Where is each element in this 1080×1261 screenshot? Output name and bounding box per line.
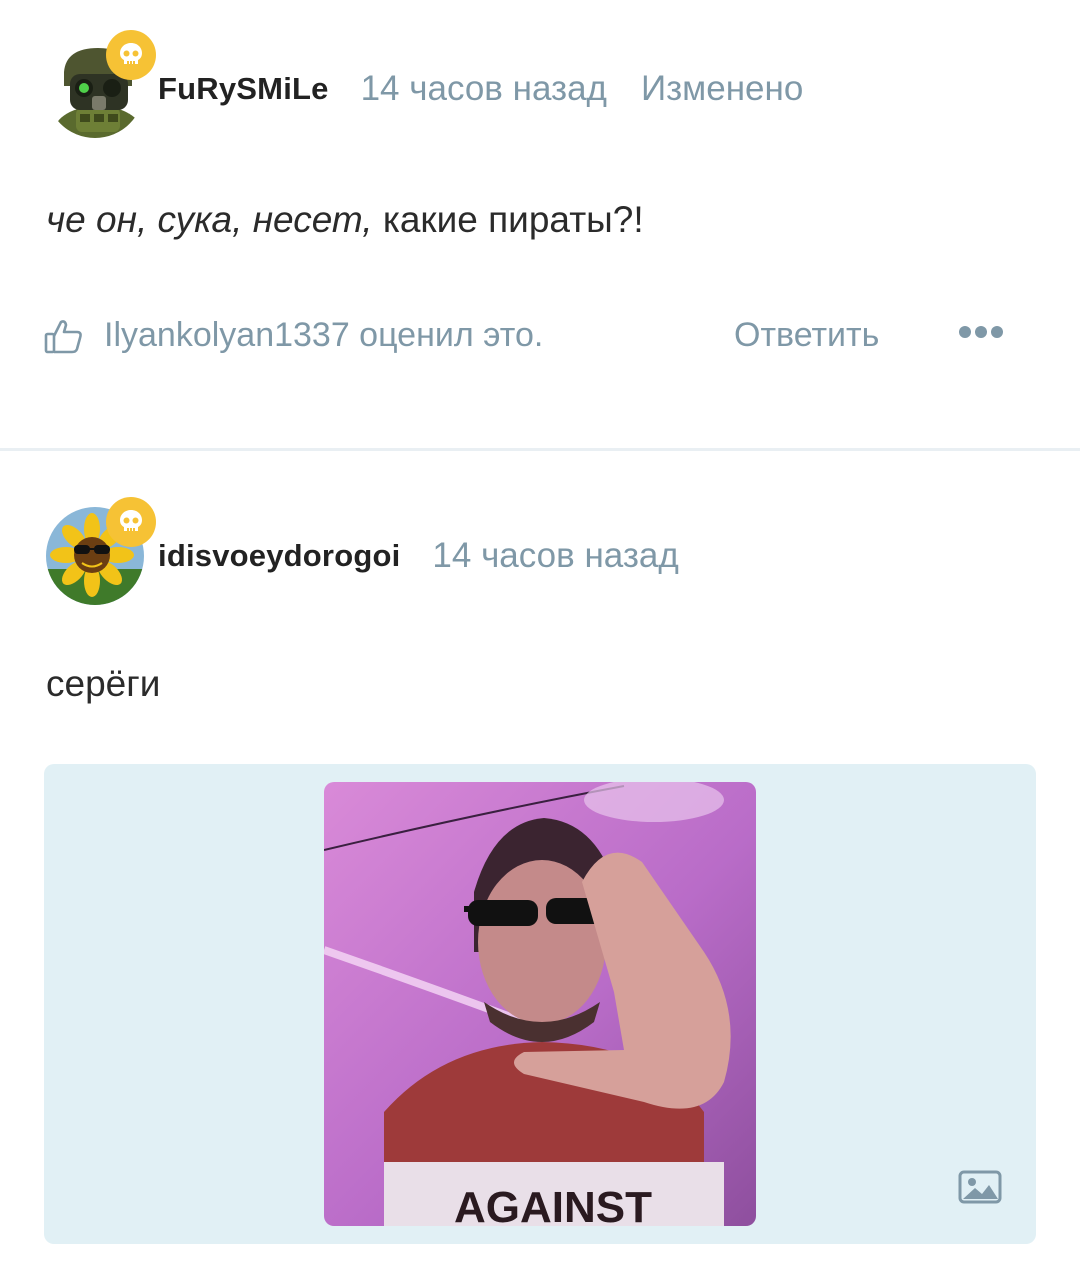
comment-text: че он, сука, несет, какие пираты?! bbox=[46, 199, 644, 241]
more-options-icon[interactable] bbox=[957, 324, 1005, 345]
comment-header: idisvoeydorogoi 14 часов назад bbox=[46, 497, 679, 605]
comment: FuRySMiLe 14 часов назад Изменено че он,… bbox=[0, 0, 1080, 449]
comment-header: FuRySMiLe 14 часов назад Изменено bbox=[46, 30, 803, 138]
avatar-container[interactable] bbox=[46, 30, 156, 138]
attached-photo[interactable]: AGAINST bbox=[324, 782, 756, 1226]
username[interactable]: FuRySMiLe bbox=[158, 71, 329, 107]
skull-icon bbox=[106, 30, 156, 80]
avatar-container[interactable] bbox=[46, 497, 156, 605]
comment-text-normal: какие пираты?! bbox=[372, 199, 644, 240]
image-icon bbox=[958, 1170, 1002, 1209]
timestamp: 14 часов назад bbox=[432, 536, 679, 575]
timestamp: 14 часов назад bbox=[360, 69, 607, 108]
likes-summary[interactable]: Ilyankolyan1337 оценил это. bbox=[104, 316, 543, 355]
image-attachment[interactable]: AGAINST bbox=[44, 764, 1036, 1244]
thumbs-up-icon[interactable] bbox=[44, 316, 84, 361]
username[interactable]: idisvoeydorogoi bbox=[158, 538, 400, 574]
svg-text:AGAINST: AGAINST bbox=[454, 1183, 652, 1226]
edited-label[interactable]: Изменено bbox=[641, 69, 803, 109]
comments-feed: FuRySMiLe 14 часов назад Изменено че он,… bbox=[0, 0, 1080, 1261]
comment-actions: Ilyankolyan1337 оценил это. Ответить bbox=[44, 312, 1014, 362]
comment: idisvoeydorogoi 14 часов назад серёги AG… bbox=[0, 451, 1080, 1261]
reply-button[interactable]: Ответить bbox=[734, 316, 879, 355]
comment-text: серёги bbox=[46, 663, 161, 704]
comment-text-italic: че он, сука, несет, bbox=[46, 199, 373, 240]
skull-icon bbox=[106, 497, 156, 547]
